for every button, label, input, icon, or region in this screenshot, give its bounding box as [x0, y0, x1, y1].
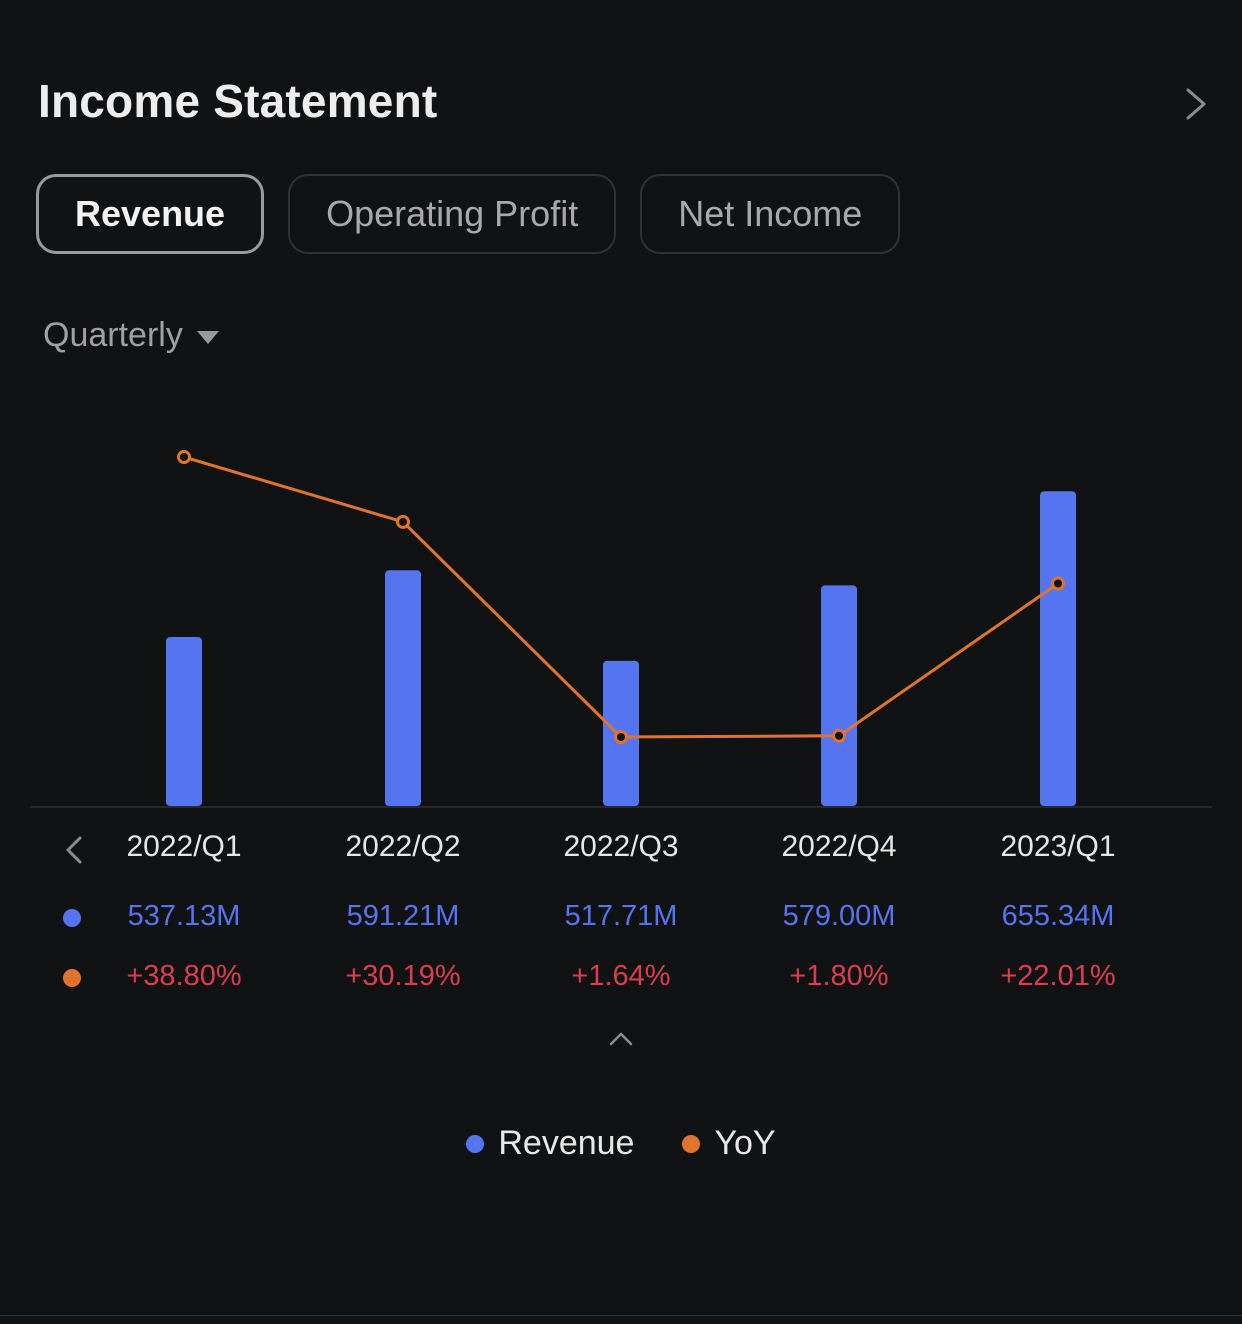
yoy-point	[614, 730, 628, 744]
metric-tabs: Revenue Operating Profit Net Income	[36, 174, 901, 254]
chart-legend: Revenue YoY	[0, 1124, 1242, 1163]
revenue-value: 517.71M	[564, 900, 678, 932]
period-select-value: Quarterly	[43, 316, 183, 354]
legend-item-yoy[interactable]: YoY	[682, 1124, 776, 1163]
page-title: Income Statement	[38, 75, 438, 127]
tab-operating-profit[interactable]: Operating Profit	[288, 174, 617, 254]
chevron-right-icon[interactable]	[1180, 84, 1210, 124]
x-tick-label: 2022/Q4	[781, 830, 897, 863]
legend-revenue-dot	[466, 1134, 485, 1153]
revenue-chart	[30, 450, 1212, 808]
x-tick-label: 2022/Q2	[345, 830, 461, 863]
revenue-value: 591.21M	[346, 900, 460, 932]
yoy-point	[396, 514, 410, 529]
chevron-up-icon[interactable]	[605, 1026, 637, 1050]
yoy-value: +1.64%	[571, 960, 671, 992]
yoy-value: +1.80%	[789, 960, 889, 992]
revenue-row: 537.13M 591.21M 517.71M 579.00M 655.34M	[0, 900, 1242, 940]
legend-label: Revenue	[498, 1124, 635, 1162]
tab-net-income[interactable]: Net Income	[640, 174, 901, 254]
revenue-bar	[1040, 491, 1076, 806]
yoy-row: +38.80% +30.19% +1.64% +1.80% +22.01%	[0, 960, 1242, 1000]
x-tick-label: 2022/Q3	[563, 830, 679, 863]
revenue-value: 655.34M	[1001, 900, 1115, 932]
legend-item-revenue[interactable]: Revenue	[466, 1124, 634, 1163]
bottom-divider	[0, 1315, 1242, 1316]
caret-down-icon	[196, 331, 219, 344]
yoy-point	[177, 450, 191, 464]
yoy-value: +30.19%	[345, 960, 461, 992]
tab-revenue[interactable]: Revenue	[36, 174, 265, 254]
yoy-value: +22.01%	[1000, 960, 1116, 992]
revenue-bar	[821, 585, 857, 806]
revenue-bar	[385, 570, 421, 806]
yoy-value: +38.80%	[126, 960, 242, 992]
period-row: 2022/Q1 2022/Q2 2022/Q3 2022/Q4 2023/Q1	[0, 830, 1242, 870]
x-tick-label: 2023/Q1	[1000, 830, 1116, 863]
revenue-value: 537.13M	[127, 900, 241, 932]
revenue-bar	[166, 636, 202, 806]
revenue-value: 579.00M	[782, 900, 896, 932]
legend-yoy-dot	[682, 1134, 701, 1153]
period-select[interactable]: Quarterly	[43, 316, 219, 355]
legend-label: YoY	[714, 1124, 776, 1162]
yoy-point	[832, 728, 846, 743]
yoy-point	[1051, 576, 1065, 591]
x-tick-label: 2022/Q1	[126, 830, 242, 863]
